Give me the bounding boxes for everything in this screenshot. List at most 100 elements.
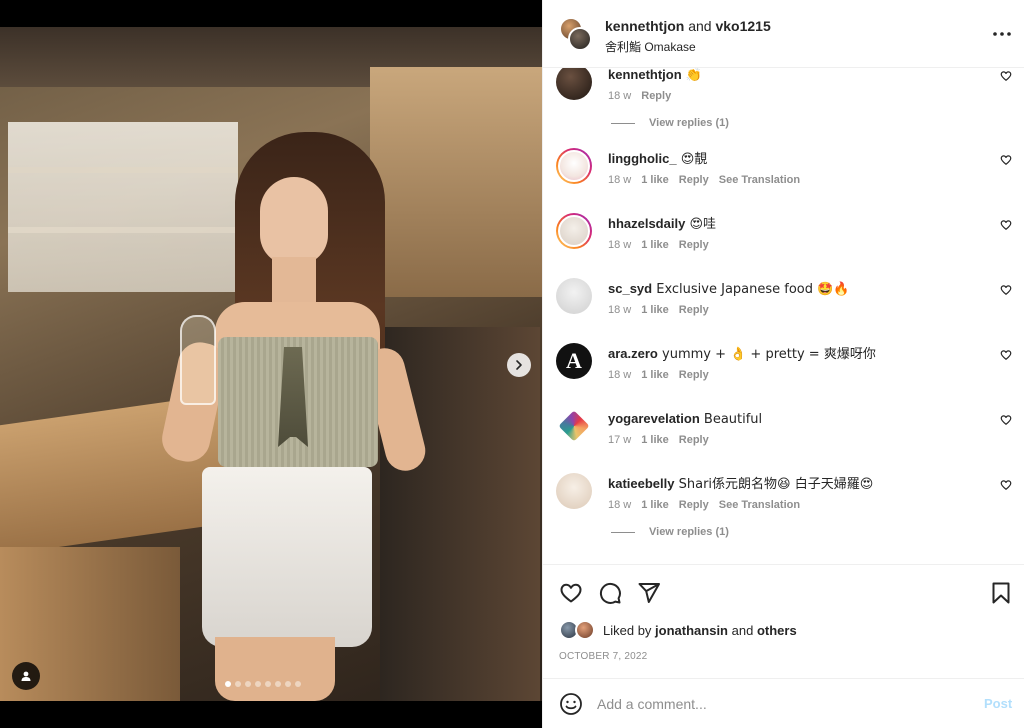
avatar[interactable] — [568, 27, 592, 51]
comment-username[interactable]: ara.zero — [608, 346, 658, 361]
comment-reply-button[interactable]: Reply — [679, 499, 709, 511]
liked-by-prefix: Liked by — [603, 622, 652, 638]
see-translation-button[interactable]: See Translation — [719, 174, 800, 186]
view-replies-label: View replies (1) — [649, 117, 729, 129]
liked-by-user[interactable]: jonathansin — [655, 623, 728, 638]
comment-likes-count[interactable]: 1 like — [641, 239, 669, 251]
carousel-next-button[interactable] — [507, 353, 531, 377]
photo-person — [158, 132, 430, 701]
view-replies-button[interactable]: View replies (1) — [611, 526, 729, 538]
comment-input[interactable] — [597, 691, 967, 717]
collab-avatars[interactable] — [559, 17, 593, 51]
comment-username[interactable]: katieebelly — [608, 476, 675, 491]
media-viewer — [0, 0, 542, 728]
post-actions: Liked by jonathansin and others OCTOBER … — [543, 564, 1024, 678]
heart-icon — [1000, 480, 1012, 490]
comment-reply-button[interactable]: Reply — [679, 174, 709, 186]
comment-like-button[interactable] — [1000, 219, 1014, 233]
comment-time[interactable]: 18 w — [608, 499, 631, 511]
carousel-dot — [245, 681, 251, 687]
comment-body: Exclusive Japanese food 🤩🔥 — [652, 282, 850, 297]
avatar[interactable] — [556, 278, 592, 314]
comment-text: hhazelsdaily 😍哇 — [608, 215, 988, 234]
comment-text: linggholic_ 😍靚 — [608, 150, 988, 169]
comment-text: katieebelly Shari係元朗名物😆 白子天婦羅😍 — [608, 475, 988, 494]
comment-reply-button[interactable]: Reply — [679, 369, 709, 381]
avatar[interactable] — [556, 213, 592, 249]
bookmark-icon — [992, 582, 1010, 604]
comment-icon — [599, 582, 621, 604]
comment-meta: 18 w 1 like Reply — [608, 304, 709, 316]
comment-body: yummy + 👌 + pretty = 爽爆呀你 — [657, 347, 876, 362]
comment-button[interactable] — [598, 581, 622, 605]
comment-time[interactable]: 18 w — [608, 90, 631, 102]
add-comment-bar: Post — [543, 678, 1024, 728]
comment-like-button[interactable] — [1000, 70, 1014, 84]
comment-username[interactable]: sc_syd — [608, 281, 652, 296]
liked-by: Liked by jonathansin and others — [559, 620, 797, 640]
carousel-dot — [255, 681, 261, 687]
comment-like-button[interactable] — [1000, 414, 1014, 428]
see-translation-button[interactable]: See Translation — [719, 499, 800, 511]
post-authors: kennethtjon and vko1215 — [605, 18, 771, 34]
carousel-dot — [275, 681, 281, 687]
comment-reply-button[interactable]: Reply — [679, 304, 709, 316]
avatar[interactable] — [556, 408, 592, 444]
comment-username[interactable]: kennethtjon — [608, 68, 682, 82]
post-comment-button[interactable]: Post — [984, 696, 1012, 711]
comment-username[interactable]: hhazelsdaily — [608, 216, 685, 231]
more-options-button[interactable] — [992, 24, 1012, 44]
heart-icon — [1000, 285, 1012, 295]
comment-likes-count[interactable]: 1 like — [641, 369, 669, 381]
comment-likes-count[interactable]: 1 like — [641, 499, 669, 511]
avatar[interactable]: A — [556, 343, 592, 379]
liked-by-and: and — [731, 622, 754, 638]
comment-meta: 18 w 1 like Reply See Translation — [608, 174, 800, 186]
comment-body: Shari係元朗名物😆 白子天婦羅😍 — [674, 477, 874, 492]
comment-reply-button[interactable]: Reply — [641, 90, 671, 102]
send-icon — [638, 583, 660, 603]
comment-likes-count[interactable]: 1 like — [641, 434, 669, 446]
comment-username[interactable]: yogarevelation — [608, 411, 700, 426]
view-replies-button[interactable]: View replies (1) — [611, 117, 729, 129]
comment-time[interactable]: 18 w — [608, 239, 631, 251]
comment-meta: 18 w 1 like Reply See Translation — [608, 499, 800, 511]
replies-line — [611, 531, 635, 533]
comment-like-button[interactable] — [1000, 479, 1014, 493]
author-link[interactable]: kennethtjon — [605, 18, 684, 34]
comment-time[interactable]: 18 w — [608, 304, 631, 316]
comment-body: 😍靚 — [676, 152, 708, 167]
comment-time[interactable]: 18 w — [608, 174, 631, 186]
comment-time[interactable]: 17 w — [608, 434, 631, 446]
emoji-picker-button[interactable] — [559, 692, 583, 716]
comment-time[interactable]: 18 w — [608, 369, 631, 381]
post-modal: kennethtjon and vko1215 舍利鮨 Omakase kenn… — [0, 0, 1024, 728]
comment-like-button[interactable] — [1000, 284, 1014, 298]
comment-meta: 18 w 1 like Reply — [608, 369, 709, 381]
comment-reply-button[interactable]: Reply — [679, 239, 709, 251]
comments-list[interactable]: kennethtjon 👏 18 w Reply View replies (1) li… — [543, 68, 1024, 564]
comment-username[interactable]: linggholic_ — [608, 151, 677, 166]
liked-by-others[interactable]: others — [757, 623, 797, 638]
share-button[interactable] — [637, 581, 661, 605]
avatar[interactable] — [556, 68, 592, 100]
carousel-dot — [265, 681, 271, 687]
tagged-users-button[interactable] — [12, 662, 40, 690]
like-button[interactable] — [559, 581, 583, 605]
comment-body: 👏 — [681, 68, 702, 83]
comment-reply-button[interactable]: Reply — [679, 434, 709, 446]
comment-likes-count[interactable]: 1 like — [641, 174, 669, 186]
save-button[interactable] — [989, 581, 1013, 605]
avatar[interactable] — [556, 148, 592, 184]
comment-meta: 18 w 1 like Reply — [608, 239, 709, 251]
post-date[interactable]: OCTOBER 7, 2022 — [559, 651, 647, 662]
comment-likes-count[interactable]: 1 like — [641, 304, 669, 316]
avatar[interactable] — [556, 473, 592, 509]
author-link[interactable]: vko1215 — [715, 18, 770, 34]
avatar[interactable] — [575, 620, 595, 640]
comment-like-button[interactable] — [1000, 154, 1014, 168]
carousel-dot — [295, 681, 301, 687]
comment-like-button[interactable] — [1000, 349, 1014, 363]
comment-text: sc_syd Exclusive Japanese food 🤩🔥 — [608, 280, 988, 299]
post-location[interactable]: 舍利鮨 Omakase — [605, 38, 696, 55]
